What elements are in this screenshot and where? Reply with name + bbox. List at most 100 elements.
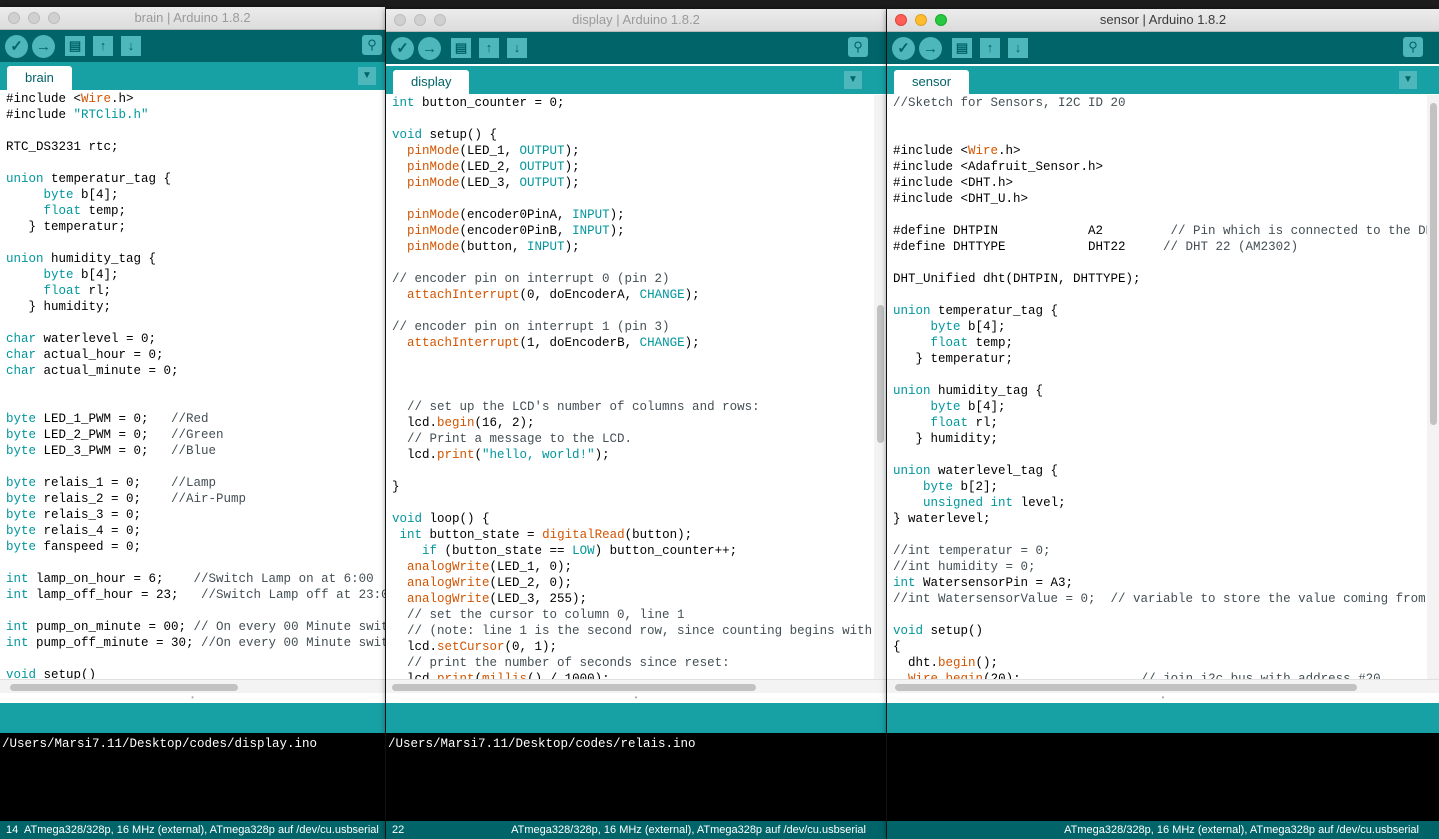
code-line: union humidity_tag { (6, 252, 157, 266)
code-line: } (392, 480, 400, 494)
horizontal-scrollbar[interactable] (386, 679, 886, 694)
code-line: ​ (6, 379, 385, 395)
close-icon[interactable] (394, 14, 406, 26)
window-controls (394, 14, 446, 26)
save-icon[interactable]: ↓ (507, 38, 527, 58)
horizontal-scrollbar[interactable] (0, 679, 385, 694)
status-board: ATmega328/328p, 16 MHz (external), ATmeg… (511, 824, 866, 836)
minimize-icon[interactable] (414, 14, 426, 26)
tab-sensor[interactable]: sensor (894, 70, 970, 94)
window-title: display | Arduino 1.8.2 (572, 12, 700, 27)
upload-icon[interactable]: → (32, 35, 55, 58)
console-splitter[interactable]: • (386, 693, 886, 703)
console-splitter[interactable]: • (887, 693, 1439, 703)
status-bar: 14 ATmega328/328p, 16 MHz (external), AT… (0, 821, 385, 839)
scroll-thumb[interactable] (1430, 103, 1437, 425)
code-line: ​ (893, 255, 1427, 271)
code-text: //Sketch for Sensors, I2C ID 20 ​ ​ #includ… (887, 95, 1427, 679)
titlebar[interactable]: sensor | Arduino 1.8.2 (887, 9, 1439, 32)
save-icon[interactable]: ↓ (1008, 38, 1028, 58)
code-line: #define DHTTYPE DHT22 // DHT 22 (AM2302) (893, 240, 1299, 254)
close-icon[interactable] (8, 12, 20, 24)
verify-icon[interactable]: ✓ (892, 37, 915, 60)
scroll-thumb[interactable] (10, 684, 238, 691)
code-editor[interactable]: //Sketch for Sensors, I2C ID 20 ​ ​ #includ… (887, 95, 1427, 679)
new-icon[interactable]: ▤ (65, 36, 85, 56)
code-line: ​ (392, 367, 874, 383)
console-splitter[interactable]: • (0, 693, 385, 703)
code-line: ​ (893, 367, 1427, 383)
code-line: analogWrite(LED_2, 0); (407, 576, 573, 590)
tab-display[interactable]: display (393, 70, 470, 94)
code-line: ​ (6, 123, 385, 139)
serial-monitor-icon[interactable]: ⚲ (848, 37, 868, 57)
code-line: { (893, 640, 901, 654)
code-line: #include <DHT.h> (893, 176, 1014, 190)
vertical-scrollbar[interactable] (1427, 95, 1439, 679)
code-line: byte b[4]; (43, 188, 119, 202)
code-line: pinMode(encoder0PinB, INPUT); (407, 224, 625, 238)
scroll-thumb[interactable] (877, 305, 884, 443)
code-line: ​ (392, 383, 874, 399)
window-controls (895, 14, 947, 26)
verify-icon[interactable]: ✓ (391, 37, 414, 60)
console-output: /Users/Marsi7.11/Desktop/codes/relais.in… (386, 733, 886, 821)
code-line: ​ (392, 255, 874, 271)
code-editor[interactable]: #include <Wire.h>#include "RTClib.h"​RTC… (0, 91, 385, 679)
titlebar[interactable]: display | Arduino 1.8.2 (386, 9, 886, 32)
code-line: ​ (392, 351, 874, 367)
tab-menu-icon[interactable]: ▼ (844, 71, 862, 89)
open-icon[interactable]: ↑ (980, 38, 1000, 58)
code-line: #include <DHT_U.h> (893, 192, 1029, 206)
upload-icon[interactable]: → (418, 37, 441, 60)
save-icon[interactable]: ↓ (121, 36, 141, 56)
minimize-icon[interactable] (28, 12, 40, 24)
minimize-icon[interactable] (915, 14, 927, 26)
tab-menu-icon[interactable]: ▼ (358, 67, 376, 85)
tab-menu-icon[interactable]: ▼ (1399, 71, 1417, 89)
code-line: // Print a message to the LCD. (407, 432, 633, 446)
status-line-number: 22 (392, 824, 405, 836)
console-output (887, 733, 1439, 821)
code-line: char actual_hour = 0; (6, 348, 164, 362)
code-line: unsigned int level; (923, 496, 1066, 510)
open-icon[interactable]: ↑ (479, 38, 499, 58)
zoom-icon[interactable] (935, 14, 947, 26)
tab-brain[interactable]: brain (7, 66, 72, 90)
code-line: //Sketch for Sensors, I2C ID 20 (893, 96, 1126, 110)
code-line: // encoder pin on interrupt 0 (pin 2) (392, 272, 670, 286)
horizontal-scrollbar[interactable] (887, 679, 1439, 694)
code-line: pinMode(LED_3, OUTPUT); (407, 176, 580, 190)
code-line: byte relais_3 = 0; (6, 508, 142, 522)
titlebar[interactable]: brain | Arduino 1.8.2 (0, 7, 385, 30)
code-line: ​ (392, 463, 874, 479)
code-line: float temp; (43, 204, 127, 218)
new-icon[interactable]: ▤ (952, 38, 972, 58)
open-icon[interactable]: ↑ (93, 36, 113, 56)
code-line: attachInterrupt(1, doEncoderB, CHANGE); (407, 336, 700, 350)
ide-window-brain: brain | Arduino 1.8.2 ✓ → ▤ ↑ ↓ ⚲ brain … (0, 7, 385, 839)
code-line: byte relais_2 = 0; //Air-Pump (6, 492, 247, 506)
code-line: float temp; (930, 336, 1014, 350)
code-line: byte LED_3_PWM = 0; //Blue (6, 444, 217, 458)
code-line: RTC_DS3231 rtc; (6, 140, 119, 154)
code-line: ​ (6, 603, 385, 619)
scroll-thumb[interactable] (895, 684, 1357, 691)
new-icon[interactable]: ▤ (451, 38, 471, 58)
serial-monitor-icon[interactable]: ⚲ (1403, 37, 1423, 57)
serial-monitor-icon[interactable]: ⚲ (362, 35, 382, 55)
upload-icon[interactable]: → (919, 37, 942, 60)
code-line: int lamp_off_hour = 23; //Switch Lamp of… (6, 588, 385, 602)
code-line: } humidity; (893, 432, 999, 446)
close-icon[interactable] (895, 14, 907, 26)
zoom-icon[interactable] (48, 12, 60, 24)
zoom-icon[interactable] (434, 14, 446, 26)
code-line: byte b[4]; (43, 268, 119, 282)
verify-icon[interactable]: ✓ (5, 35, 28, 58)
scroll-thumb[interactable] (392, 684, 756, 691)
code-editor[interactable]: int button_counter = 0;​void setup() { p… (386, 95, 874, 679)
code-line: #define DHTPIN A2 // Pin which is connec… (893, 224, 1427, 238)
vertical-scrollbar[interactable] (874, 95, 886, 679)
code-line: float rl; (43, 284, 112, 298)
console-path: /Users/Marsi7.11/Desktop/codes/relais.in… (388, 737, 696, 751)
